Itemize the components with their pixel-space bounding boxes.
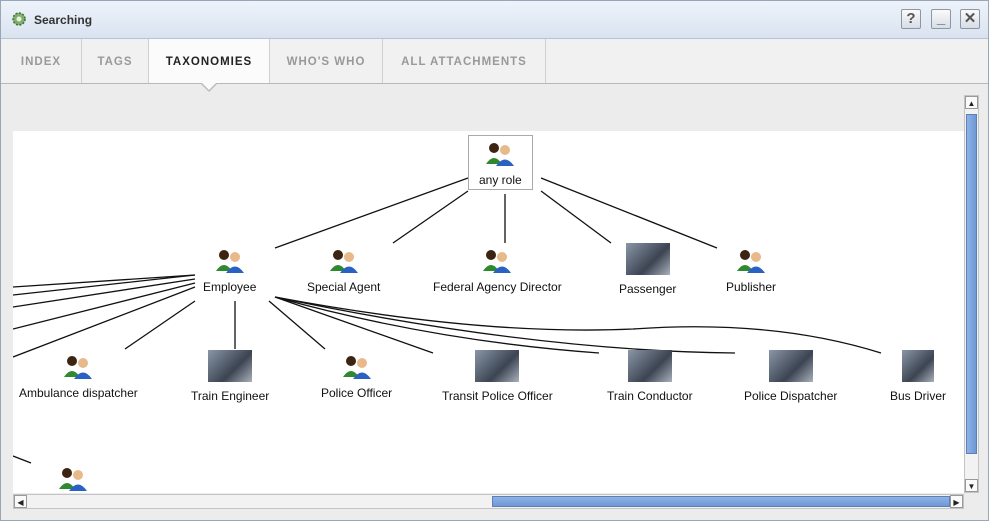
scroll-right-arrow-icon[interactable]: ▶: [950, 495, 963, 508]
police-dispatcher-photo-thumbnail: [768, 350, 813, 382]
node-label: Passenger: [619, 282, 677, 296]
transit-police-officer-photo-thumbnail: [475, 350, 520, 382]
people-icon: [486, 143, 515, 166]
node-label: Federal Agency Director: [433, 280, 562, 294]
window-title: Searching: [34, 13, 93, 27]
node-publisher[interactable]: Publisher: [726, 247, 776, 294]
vertical-scroll-thumb[interactable]: [966, 114, 977, 454]
node-train-conductor[interactable]: Train Conductor: [607, 350, 693, 403]
title-bar: Searching ? _ ✕: [1, 1, 988, 39]
node-police-officer[interactable]: Police Officer: [321, 353, 392, 400]
people-icon: [483, 250, 512, 273]
scroll-left-arrow-icon[interactable]: ◀: [14, 495, 27, 508]
tab-taxonomies[interactable]: TAXONOMIES: [149, 39, 270, 83]
tab-index[interactable]: INDEX: [1, 39, 82, 83]
node-label: Train Conductor: [607, 389, 693, 403]
node-bus-driver[interactable]: Bus Driver: [890, 350, 946, 403]
node-label: Publisher: [726, 280, 777, 294]
horizontal-scroll-thumb[interactable]: [492, 496, 950, 507]
tab-all-attachments[interactable]: ALL ATTACHMENTS: [383, 39, 546, 83]
node-label: Police Dispatcher: [744, 389, 838, 403]
people-icon: [59, 468, 87, 491]
searching-window: Searching ? _ ✕ INDEX TAGS TAXONOMIES WH…: [0, 0, 989, 521]
people-icon: [342, 356, 371, 379]
train-conductor-photo-thumbnail: [627, 350, 672, 382]
scroll-up-arrow-icon[interactable]: ▲: [965, 96, 978, 109]
train-engineer-photo-thumbnail: [208, 350, 253, 382]
passenger-photo-thumbnail: [625, 243, 670, 275]
vertical-scrollbar[interactable]: ▲ ▼: [964, 95, 979, 493]
horizontal-scrollbar[interactable]: ◀ ▶: [13, 494, 964, 509]
node-label: Ambulance dispatcher: [19, 386, 138, 400]
tab-bar: INDEX TAGS TAXONOMIES WHO'S WHO ALL ATTA…: [1, 39, 988, 84]
scroll-down-arrow-icon[interactable]: ▼: [965, 479, 978, 492]
taxonomy-graph[interactable]: any role Employee Special Agent Federal …: [13, 131, 964, 493]
node-employee[interactable]: Employee: [203, 247, 256, 294]
node-ambulance-dispatcher[interactable]: Ambulance dispatcher: [19, 353, 138, 400]
node-special-agent[interactable]: Special Agent: [307, 247, 380, 294]
bus-driver-photo-thumbnail: [902, 350, 934, 382]
people-icon: [215, 250, 244, 273]
node-label: Bus Driver: [890, 389, 947, 403]
node-transit-police-officer[interactable]: Transit Police Officer: [442, 350, 553, 403]
app-gear-icon: [12, 12, 26, 26]
node-label: Police Officer: [321, 386, 393, 400]
people-icon: [329, 250, 358, 273]
people-icon: [737, 250, 766, 273]
node-label: Train Engineer: [191, 389, 270, 403]
node-passenger[interactable]: Passenger: [619, 243, 676, 296]
node-federal-agency-director[interactable]: Federal Agency Director: [433, 247, 562, 294]
node-label: any role: [479, 173, 522, 187]
minimize-button[interactable]: _: [931, 9, 951, 29]
tab-tags[interactable]: TAGS: [82, 39, 149, 83]
tab-whos-who[interactable]: WHO'S WHO: [270, 39, 383, 83]
taxonomy-root-node[interactable]: any role: [468, 135, 533, 190]
node-label: Employee: [203, 280, 257, 294]
active-tab-pointer-fill: [201, 82, 217, 90]
node-partial-lower[interactable]: [57, 465, 89, 493]
help-button[interactable]: ?: [901, 9, 921, 29]
node-label: Special Agent: [307, 280, 381, 294]
node-label: Transit Police Officer: [442, 389, 553, 403]
node-police-dispatcher[interactable]: Police Dispatcher: [744, 350, 837, 403]
close-button[interactable]: ✕: [960, 9, 980, 29]
node-train-engineer[interactable]: Train Engineer: [191, 350, 269, 403]
people-icon: [64, 356, 93, 379]
